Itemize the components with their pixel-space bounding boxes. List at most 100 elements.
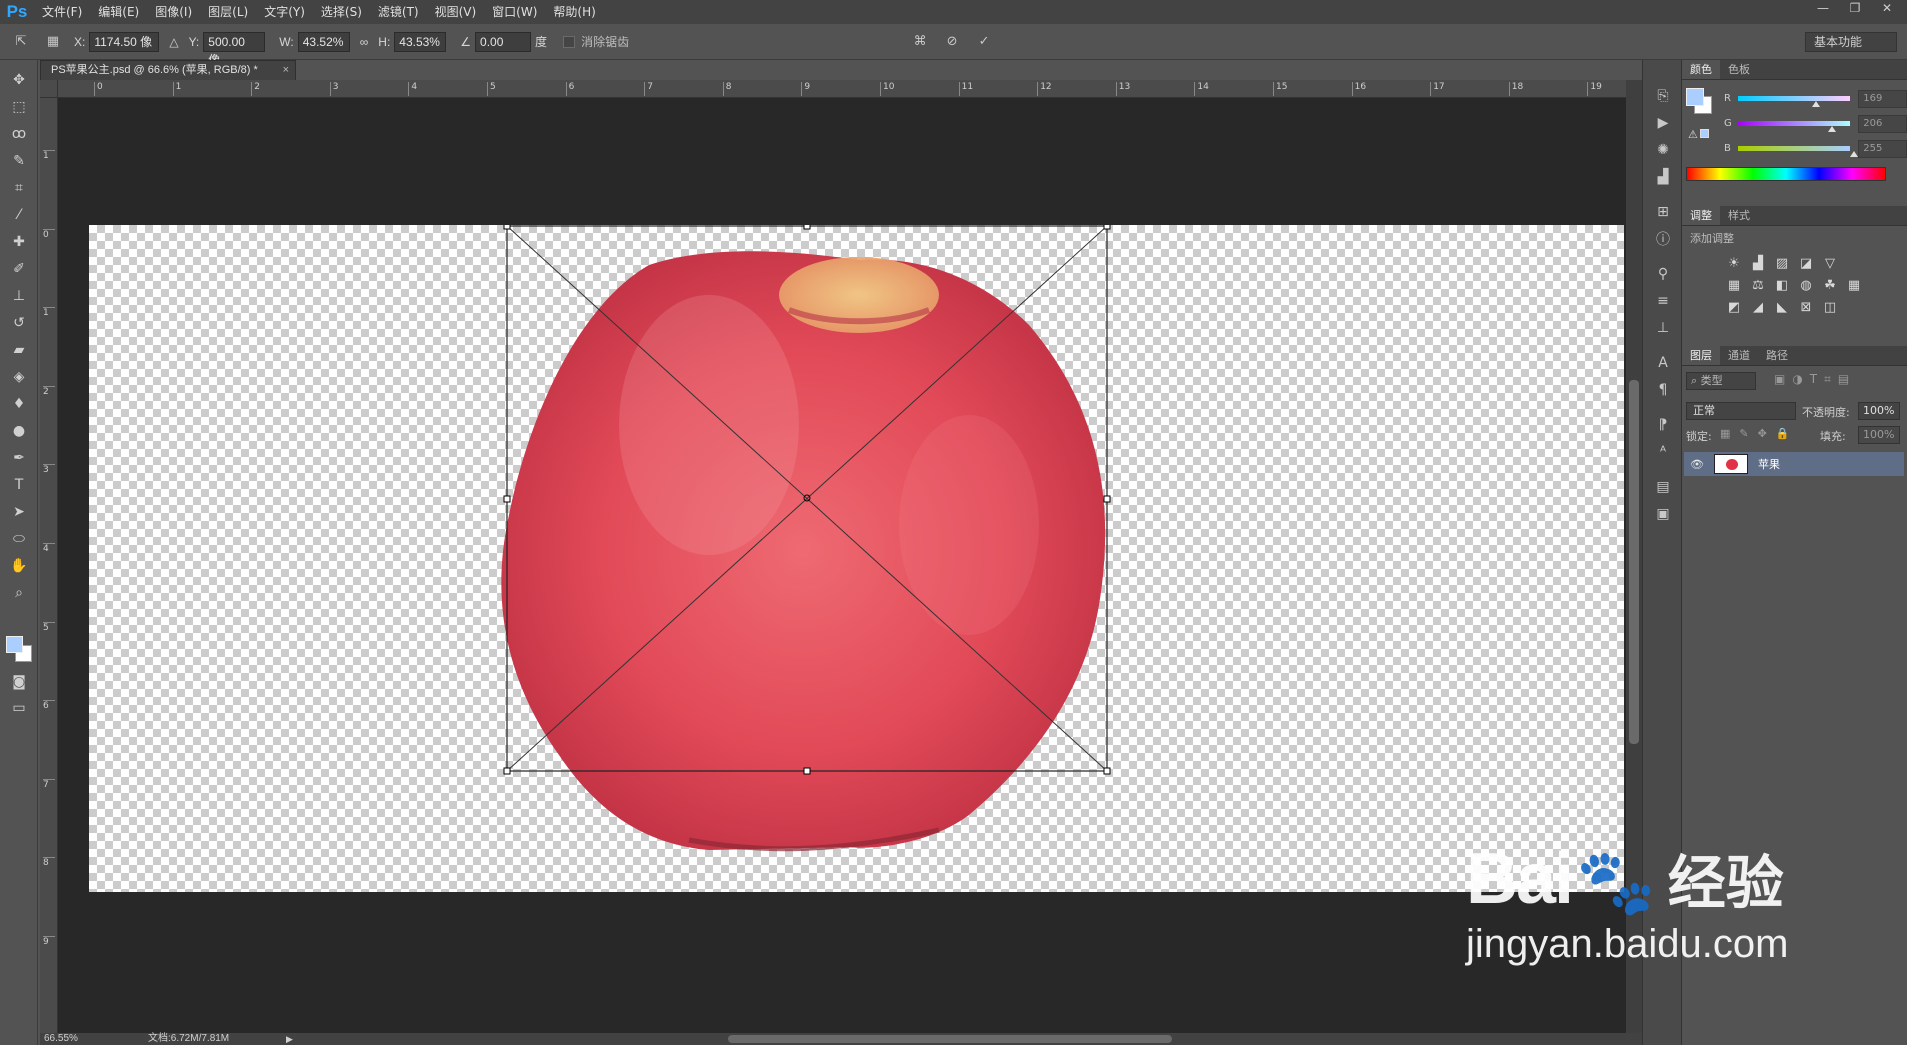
tab-adjustments[interactable]: 调整 (1682, 206, 1720, 225)
menu-window[interactable]: 窗口(W) (484, 0, 545, 24)
menu-filter[interactable]: 滤镜(T) (370, 0, 427, 24)
zoom-tool-icon[interactable]: ⌕ (0, 579, 38, 606)
brush-tool-icon[interactable]: ✐ (0, 255, 38, 282)
reference-point-icon[interactable]: ▦ (42, 31, 64, 53)
restore-icon[interactable]: ❐ (1839, 0, 1871, 18)
slider-marker[interactable] (1828, 126, 1837, 132)
channel-mixer-icon[interactable]: ☘ (1818, 274, 1842, 296)
blue-value[interactable]: 255 (1858, 139, 1907, 158)
history-brush-icon[interactable]: ↺ (0, 309, 38, 336)
lock-icons[interactable]: ▦✎✥🔒 (1720, 427, 1799, 440)
menu-help[interactable]: 帮助(H) (545, 0, 603, 24)
brush-presets-icon[interactable]: ⚲ (1643, 260, 1683, 287)
tab-styles[interactable]: 样式 (1720, 206, 1758, 225)
actions-panel-icon[interactable]: ▶ (1643, 109, 1683, 136)
slider-marker[interactable] (1849, 151, 1858, 157)
layer-filter-dropdown[interactable]: ⌕ 类型 (1686, 372, 1756, 390)
layer-comps-icon[interactable]: ▤ (1643, 473, 1683, 500)
vertical-ruler[interactable]: 1 0 1 2 3 4 5 6 7 8 9 (40, 98, 58, 1033)
color-fg-swatch[interactable] (1686, 88, 1704, 106)
clone-source-icon[interactable]: ⊥ (1643, 314, 1683, 341)
invert-icon[interactable]: ◩ (1722, 296, 1746, 318)
dodge-tool-icon[interactable]: ● (0, 417, 38, 444)
antialias-checkbox[interactable] (563, 35, 576, 48)
photo-filter-icon[interactable]: ◍ (1794, 274, 1818, 296)
pen-tool-icon[interactable]: ✒ (0, 444, 38, 471)
green-slider[interactable] (1737, 121, 1851, 132)
zoom-level[interactable]: 66.55% (44, 1033, 78, 1045)
eraser-tool-icon[interactable]: ▰ (0, 336, 38, 363)
ruler-corner[interactable] (40, 80, 58, 98)
posterize-icon[interactable]: ◢ (1746, 296, 1770, 318)
red-slider[interactable] (1737, 96, 1851, 107)
vibrance-icon[interactable]: ▽ (1818, 252, 1842, 274)
history-panel-icon[interactable]: ⎘ (1643, 82, 1683, 109)
brightness-icon[interactable]: ☀ (1722, 252, 1746, 274)
close-window-icon[interactable]: ✕ (1871, 0, 1903, 18)
color-lookup-icon[interactable]: ▦ (1842, 274, 1866, 296)
color-balance-icon[interactable]: ⚖ (1746, 274, 1770, 296)
tab-swatches[interactable]: 色板 (1720, 60, 1758, 79)
tab-color[interactable]: 颜色 (1682, 60, 1720, 79)
ellipse-tool-icon[interactable]: ⬭ (0, 525, 38, 552)
red-value[interactable]: 169 (1858, 89, 1907, 108)
color-spectrum-bar[interactable] (1686, 167, 1886, 181)
menu-type[interactable]: 文字(Y) (256, 0, 313, 24)
navigator-icon[interactable]: ⊞ (1643, 198, 1683, 225)
quick-select-tool-icon[interactable]: ✎ (0, 147, 38, 174)
menu-edit[interactable]: 编辑(E) (90, 0, 147, 24)
character-styles-icon[interactable]: ⁋ (1643, 411, 1683, 438)
y-input[interactable]: 500.00 像 (203, 31, 266, 67)
levels-icon[interactable]: ▟ (1746, 252, 1770, 274)
tab-channels[interactable]: 通道 (1720, 346, 1758, 365)
green-value[interactable]: 206 (1858, 114, 1907, 133)
minimize-icon[interactable]: — (1807, 0, 1839, 18)
opacity-input[interactable]: 100% (1858, 402, 1900, 420)
link-icon[interactable]: ∞ (360, 35, 369, 49)
threshold-icon[interactable]: ◣ (1770, 296, 1794, 318)
crop-tool-icon[interactable]: ⌗ (0, 174, 38, 201)
menu-view[interactable]: 视图(V) (427, 0, 485, 24)
selective-color-icon[interactable]: ⊠ (1794, 296, 1818, 318)
menu-layer[interactable]: 图层(L) (200, 0, 256, 24)
slider-marker[interactable] (1811, 101, 1820, 107)
tab-paths[interactable]: 路径 (1758, 346, 1796, 365)
curves-icon[interactable]: ▨ (1770, 252, 1794, 274)
cancel-transform-icon[interactable]: ⊘ (941, 31, 963, 53)
close-tab-icon[interactable]: × (283, 61, 289, 80)
healing-brush-icon[interactable]: ✚ (0, 228, 38, 255)
info-panel-icon[interactable]: ⓘ (1643, 225, 1683, 252)
hue-saturation-icon[interactable]: ▦ (1722, 274, 1746, 296)
horizontal-scroll-thumb[interactable] (728, 1035, 1172, 1043)
width-input[interactable]: 43.52% (297, 31, 350, 52)
notes-panel-icon[interactable]: ▣ (1643, 500, 1683, 527)
layer-filter-icons[interactable]: ▣◑T⌗▤ (1774, 372, 1856, 387)
type-tool-icon[interactable]: T (0, 471, 38, 498)
horizontal-ruler[interactable]: 0 1 2 3 4 5 6 7 8 9 10 11 12 13 14 15 16 17 18 19 (58, 80, 1630, 98)
path-select-icon[interactable]: ➤ (0, 498, 38, 525)
screen-mode-icon[interactable]: ▭ (0, 694, 38, 721)
transform-tool-icon[interactable]: ⇱ (10, 31, 32, 53)
status-menu-arrow-icon[interactable]: ▶ (286, 1033, 293, 1045)
blur-tool-icon[interactable]: ♦ (0, 390, 38, 417)
stamp-tool-icon[interactable]: ⊥ (0, 282, 38, 309)
layer-row[interactable]: 👁 苹果 (1684, 452, 1904, 476)
eye-icon[interactable]: 👁 (1690, 458, 1708, 471)
blend-mode-dropdown[interactable]: 正常 (1686, 402, 1796, 420)
paragraph-styles-icon[interactable]: ᴬ (1643, 438, 1683, 465)
commit-transform-icon[interactable]: ✓ (973, 31, 995, 53)
warp-icon[interactable]: ⌘ (909, 31, 931, 53)
character-panel-icon[interactable]: A (1643, 349, 1683, 376)
paint-bucket-icon[interactable]: ◈ (0, 363, 38, 390)
menu-image[interactable]: 图像(I) (147, 0, 200, 24)
black-white-icon[interactable]: ◧ (1770, 274, 1794, 296)
x-input[interactable]: 1174.50 像 (89, 31, 160, 52)
gradient-map-icon[interactable]: ◫ (1818, 296, 1842, 318)
paragraph-panel-icon[interactable]: ¶ (1643, 376, 1683, 403)
height-input[interactable]: 43.53% (394, 31, 447, 52)
angle-input[interactable]: 0.00 (475, 31, 532, 52)
document-canvas[interactable] (89, 222, 1624, 892)
marquee-tool-icon[interactable]: ⬚ (0, 93, 38, 120)
vertical-scroll-thumb[interactable] (1629, 380, 1639, 744)
tool-presets-icon[interactable]: ≡ (1643, 287, 1683, 314)
